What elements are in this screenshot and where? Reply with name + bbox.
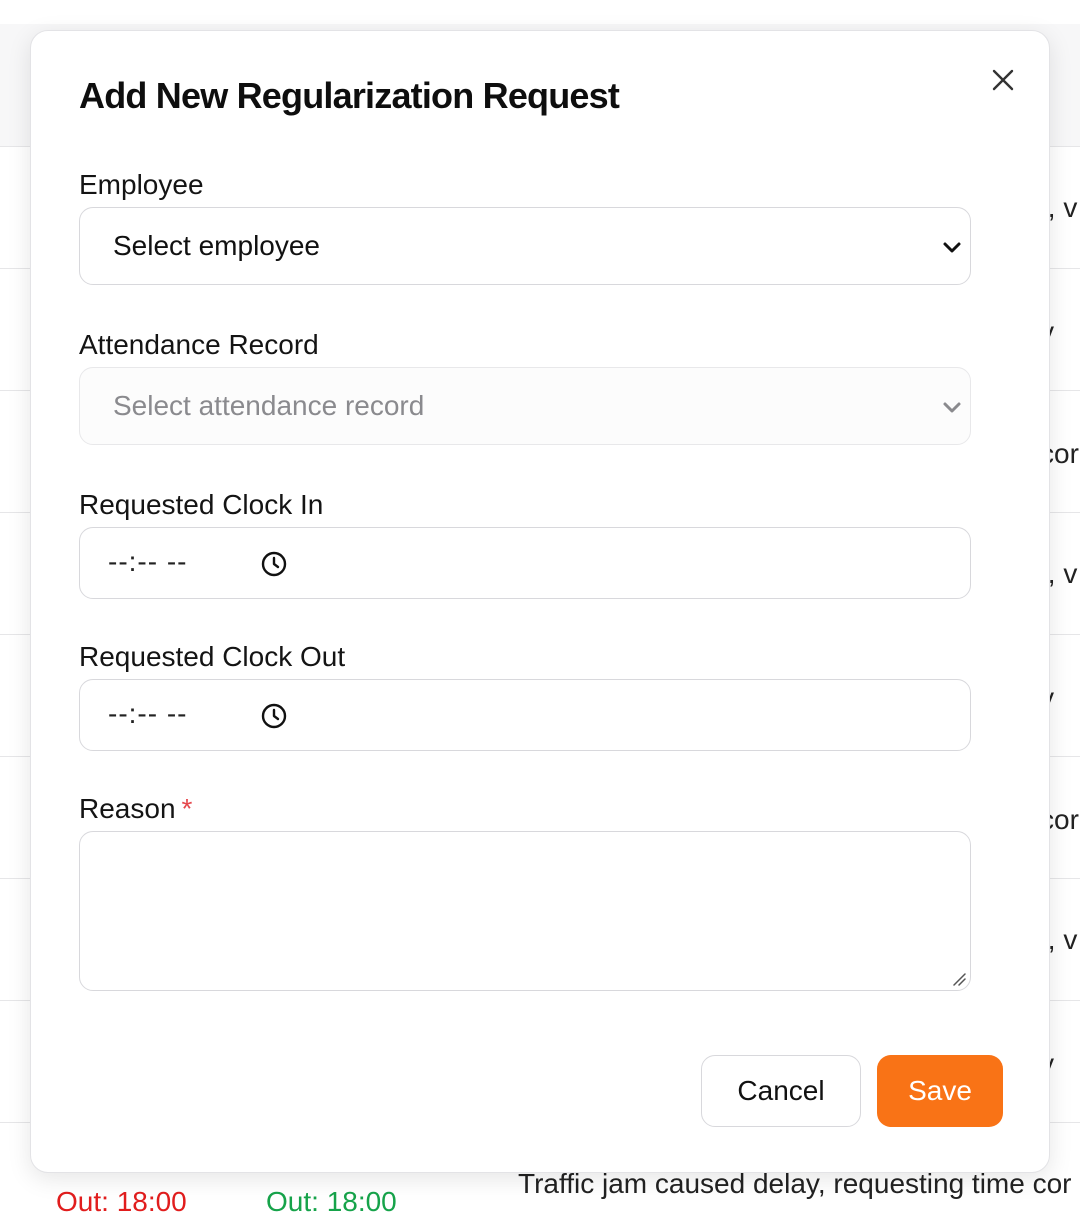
employee-label: Employee <box>79 169 204 200</box>
attendance-record-select[interactable]: Select attendance record <box>79 367 971 445</box>
attendance-record-label: Attendance Record <box>79 329 319 360</box>
clock-out-value: Out: 18:00 <box>56 1186 187 1217</box>
close-icon <box>992 69 1014 91</box>
reason-label-text: Reason <box>79 793 176 824</box>
attendance-record-select-value: Select attendance record <box>113 390 425 421</box>
chevron-down-icon <box>943 402 961 413</box>
modal-title: Add New Regularization Request <box>79 75 620 116</box>
close-button[interactable] <box>986 63 1020 97</box>
required-indicator: * <box>181 793 193 824</box>
save-button[interactable]: Save <box>877 1055 1003 1127</box>
regularization-modal: Add New Regularization Request Employee … <box>30 30 1050 1173</box>
employee-select[interactable]: Select employee <box>79 207 971 285</box>
clock-out-time-value: --:-- -- <box>108 698 188 729</box>
resize-handle-icon[interactable] <box>950 970 966 986</box>
clock-out-value: Out: 18:00 <box>266 1186 397 1217</box>
clock-out-label: Requested Clock Out <box>79 641 346 672</box>
clock-out-time-input[interactable]: --:-- -- <box>79 679 971 751</box>
clock-in-time-value: --:-- -- <box>108 546 188 577</box>
clock-in-label: Requested Clock In <box>79 489 324 520</box>
clock-icon[interactable] <box>260 702 288 730</box>
clock-icon[interactable] <box>260 550 288 578</box>
reason-textarea[interactable] <box>79 831 971 991</box>
chevron-down-icon <box>943 242 961 253</box>
reason-label: Reason * <box>79 793 192 825</box>
employee-select-value: Select employee <box>113 230 321 261</box>
clock-in-time-input[interactable]: --:-- -- <box>79 527 971 599</box>
cancel-button[interactable]: Cancel <box>701 1055 861 1127</box>
